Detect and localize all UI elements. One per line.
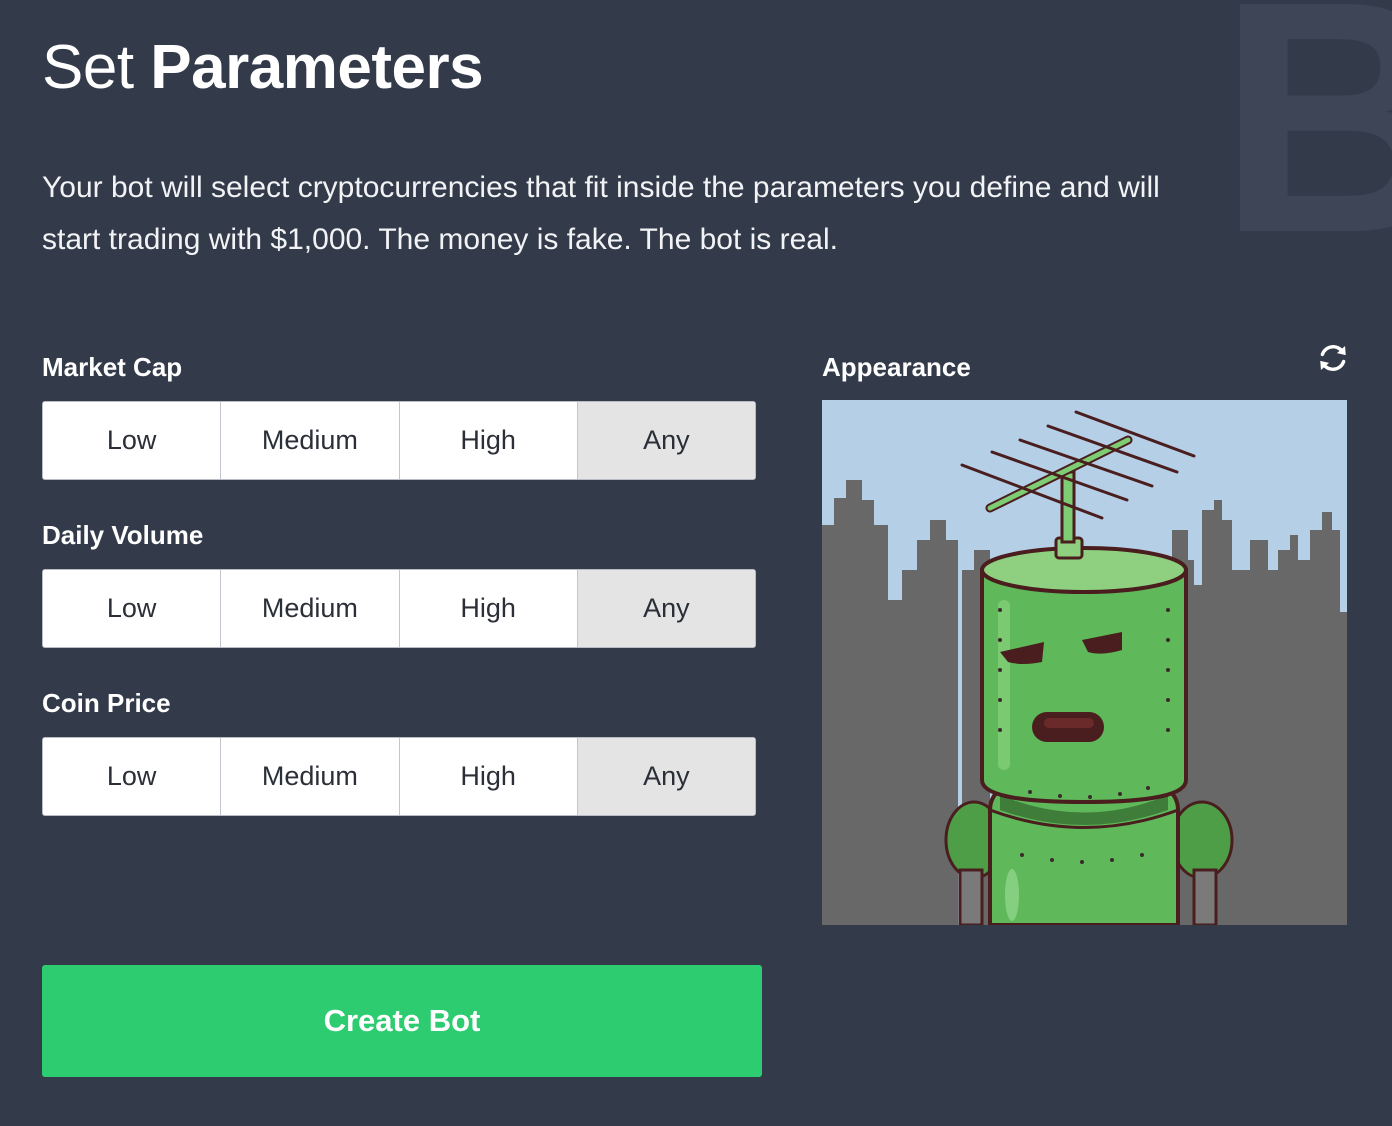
daily-volume-option-high[interactable]: High <box>399 570 578 647</box>
coin-price-option-low[interactable]: Low <box>43 738 222 815</box>
refresh-icon[interactable] <box>1316 341 1350 375</box>
daily-volume-label: Daily Volume <box>42 520 204 550</box>
market-cap-option-low[interactable]: Low <box>43 402 222 479</box>
market-cap-option-any[interactable]: Any <box>577 402 755 479</box>
page-title: Set Parameters <box>42 32 484 103</box>
background-watermark-letter: B <box>1218 0 1392 301</box>
market-cap-option-high[interactable]: High <box>399 402 578 479</box>
robot-illustration <box>822 400 1347 925</box>
market-cap-selector: Low Medium High Any <box>42 401 756 480</box>
coin-price-label: Coin Price <box>42 688 171 718</box>
page-description: Your bot will select cryptocurrencies th… <box>42 171 1160 256</box>
coin-price-option-medium[interactable]: Medium <box>221 738 400 815</box>
appearance-label: Appearance <box>822 352 971 382</box>
create-bot-button[interactable]: Create Bot <box>42 965 762 1077</box>
market-cap-label: Market Cap <box>42 352 183 382</box>
daily-volume-selector: Low Medium High Any <box>42 569 756 648</box>
daily-volume-option-medium[interactable]: Medium <box>221 570 400 647</box>
coin-price-option-any[interactable]: Any <box>577 738 755 815</box>
coin-price-selector: Low Medium High Any <box>42 737 756 816</box>
market-cap-option-medium[interactable]: Medium <box>221 402 400 479</box>
title-bold: Parameters <box>150 33 484 102</box>
coin-price-option-high[interactable]: High <box>399 738 578 815</box>
daily-volume-option-low[interactable]: Low <box>43 570 222 647</box>
title-light: Set <box>42 33 134 102</box>
daily-volume-option-any[interactable]: Any <box>577 570 755 647</box>
bot-avatar-image <box>822 400 1347 925</box>
